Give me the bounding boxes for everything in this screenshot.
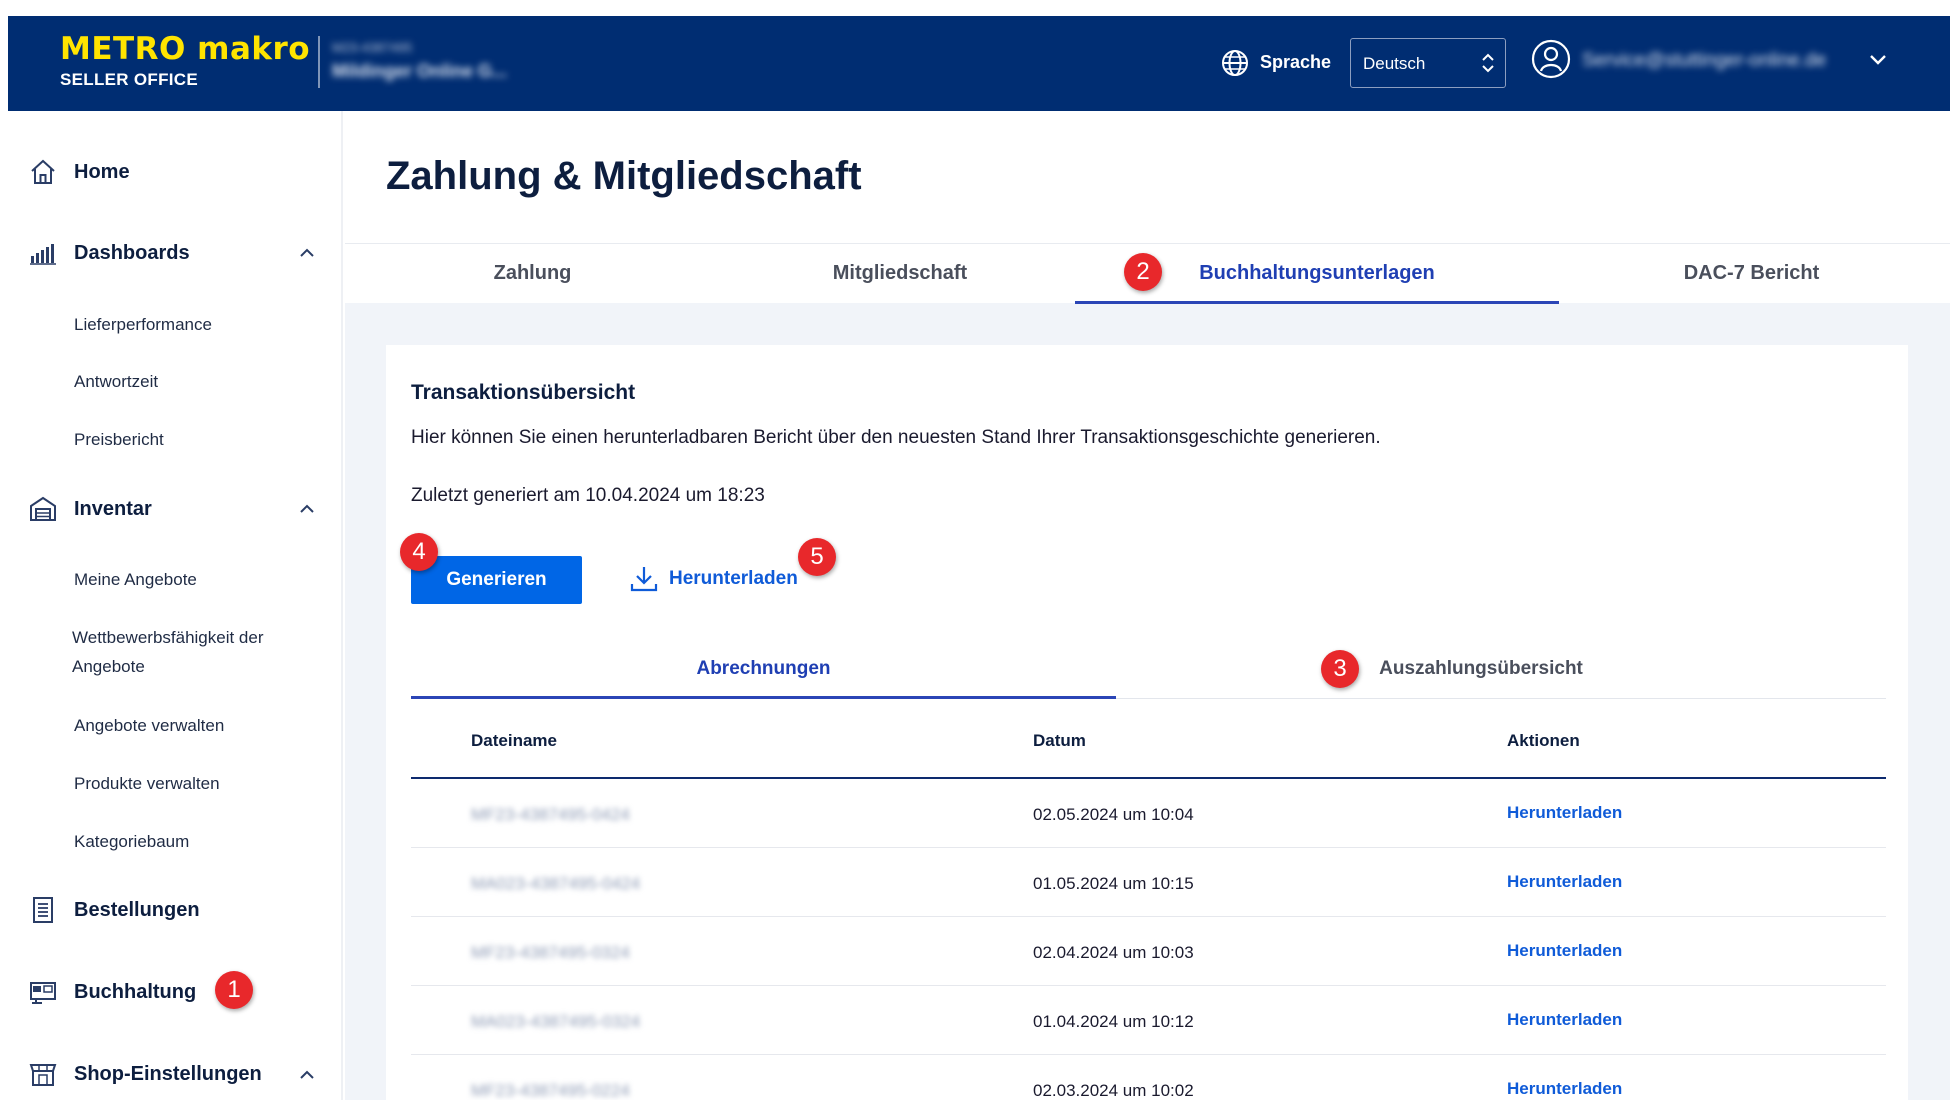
warehouse-icon [30,496,56,521]
chevron-up-icon[interactable] [298,247,316,259]
column-header-datum[interactable]: Datum [1033,731,1086,751]
brand-name: METRO makro [60,31,311,67]
sidebar-item-label: Bestellungen [74,898,200,921]
sidebar-subitem-label-line1: Wettbewerbsfähigkeit der [72,628,264,647]
sidebar-item-label: Inventar [74,497,152,520]
annotation-badge-5: 5 [798,538,836,576]
sidebar-item-dashboards[interactable]: Dashboards [28,238,190,268]
sidebar-item-bestellungen[interactable]: Bestellungen [28,895,200,925]
sidebar-subitem-label-line2: Angebote [72,657,145,676]
page-title: Zahlung & Mitgliedschaft [386,154,862,198]
generate-button[interactable]: Generieren [411,556,582,604]
table-row: MA023-4387495-0424 01.05.2024 um 10:15 H… [411,848,1886,917]
download-button[interactable]: Herunterladen [629,564,798,594]
brand-subtitle: SELLER OFFICE [60,70,199,89]
account-name: Mildinger Online G... [332,61,508,81]
file-name: MA023-4387495-0324 [471,1012,641,1031]
sidebar-subitem-angebote-verwalten[interactable]: Angebote verwalten [74,711,224,740]
page-header: Zahlung & Mitgliedschaft [345,111,1950,243]
column-header-aktionen: Aktionen [1507,731,1580,750]
sidebar-subitem-lieferperformance[interactable]: Lieferperformance [74,310,212,339]
file-name: MA023-4387495-0424 [471,874,641,893]
sidebar-item-label: Home [74,160,130,183]
file-name: MF23-4387495-0224 [471,1081,630,1100]
account-id: M23-4387495 [332,40,413,55]
select-arrows-icon [1482,53,1494,73]
sidebar-subitem-antwortzeit[interactable]: Antwortzeit [74,367,158,396]
sidebar-item-shop-einstellungen[interactable]: Shop-Einstellungen [28,1059,262,1089]
accounting-icon [30,982,56,1004]
transaction-card: Transaktionsübersicht Hier können Sie ei… [386,345,1908,1100]
sidebar-item-label: Dashboards [74,241,190,264]
chevron-down-icon[interactable] [1868,52,1888,68]
table-row: MA023-4387495-0324 01.04.2024 um 10:12 H… [411,986,1886,1055]
user-email[interactable]: Service@stuttinger-online.de [1582,50,1826,72]
language-value: Deutsch [1363,54,1426,73]
sidebar-item-label: Buchhaltung [74,980,197,1003]
sidebar-subitem-kategoriebaum[interactable]: Kategoriebaum [74,827,189,856]
bar-chart-icon [30,244,56,265]
file-date: 02.04.2024 um 10:03 [1033,943,1194,962]
file-name: MF23-4387495-0424 [471,805,630,824]
sidebar-subitem-produkte-verwalten[interactable]: Produkte verwalten [74,769,220,798]
sidebar-subitem-meine-angebote[interactable]: Meine Angebote [74,565,197,594]
annotation-badge-4: 4 [400,533,438,571]
row-download-link[interactable]: Herunterladen [1507,803,1622,823]
sidebar-item-home[interactable]: Home [28,157,130,187]
table-row: MF23-4387495-0424 02.05.2024 um 10:04 He… [411,779,1886,848]
download-icon [630,567,658,592]
sidebar: Home Dashboards Lieferperformance Antwor… [0,111,343,1100]
sidebar-subitem-preisbericht[interactable]: Preisbericht [74,425,164,454]
subtab-abrechnungen[interactable]: Abrechnungen [411,641,1116,699]
subtabs: Abrechnungen Auszahlungsübersicht [411,641,1886,699]
brand-logo[interactable]: METRO makro SELLER OFFICE [60,32,310,90]
row-download-link[interactable]: Herunterladen [1507,872,1622,892]
brand-divider [318,36,320,88]
main-content: Zahlung & Mitgliedschaft Zahlung Mitglie… [345,111,1950,1100]
chevron-up-icon[interactable] [298,503,316,515]
file-date: 02.05.2024 um 10:04 [1033,805,1194,824]
sidebar-item-label: Shop-Einstellungen [74,1062,262,1085]
column-header-dateiname[interactable]: Dateiname [471,731,557,751]
documents-table: Dateiname Datum Aktionen MF23-4387495-04… [411,699,1886,1100]
language-label: Sprache [1260,52,1332,72]
file-date: 01.05.2024 um 10:15 [1033,874,1194,893]
card-description: Hier können Sie einen herunterladbaren B… [411,427,1381,448]
chevron-up-icon[interactable] [298,1069,316,1081]
file-name: MF23-4387495-0324 [471,943,630,962]
table-header: Dateiname Datum Aktionen [411,699,1886,779]
sidebar-item-buchhaltung[interactable]: Buchhaltung [28,977,196,1007]
last-generated-text: Zuletzt generiert am 10.04.2024 um 18:23 [411,485,765,506]
file-date: 01.04.2024 um 10:12 [1033,1012,1194,1031]
download-label: Herunterladen [669,568,798,589]
language-select[interactable]: Deutsch [1350,38,1506,88]
top-bar: METRO makro SELLER OFFICE M23-4387495 Mi… [8,16,1950,111]
user-avatar-icon[interactable] [1530,38,1572,80]
table-row: MF23-4387495-0324 02.04.2024 um 10:03 He… [411,917,1886,986]
table-row: MF23-4387495-0224 02.03.2024 um 10:02 He… [411,1055,1886,1100]
card-title: Transaktionsübersicht [411,381,636,404]
annotation-badge-2: 2 [1124,253,1162,291]
row-download-link[interactable]: Herunterladen [1507,1079,1622,1099]
subtab-auszahlungsuebersicht[interactable]: Auszahlungsübersicht [1171,641,1791,699]
file-date: 02.03.2024 um 10:02 [1033,1081,1194,1100]
annotation-badge-1: 1 [215,971,253,1009]
row-download-link[interactable]: Herunterladen [1507,1010,1622,1030]
globe-icon[interactable] [1220,48,1250,78]
sidebar-item-inventar[interactable]: Inventar [28,494,152,524]
home-icon [31,159,55,184]
tab-zahlung[interactable]: Zahlung [365,244,700,304]
clipboard-list-icon [33,897,53,923]
tab-mitgliedschaft[interactable]: Mitgliedschaft [725,244,1075,304]
annotation-badge-3: 3 [1321,650,1359,688]
sidebar-subitem-wettbewerbsfaehigkeit[interactable]: Wettbewerbsfähigkeit der Angebote [72,623,264,681]
tab-dac7-bericht[interactable]: DAC-7 Bericht [1559,244,1944,304]
row-download-link[interactable]: Herunterladen [1507,941,1622,961]
account-info: M23-4387495 Mildinger Online G... [332,40,507,82]
shop-settings-icon [29,1064,57,1086]
